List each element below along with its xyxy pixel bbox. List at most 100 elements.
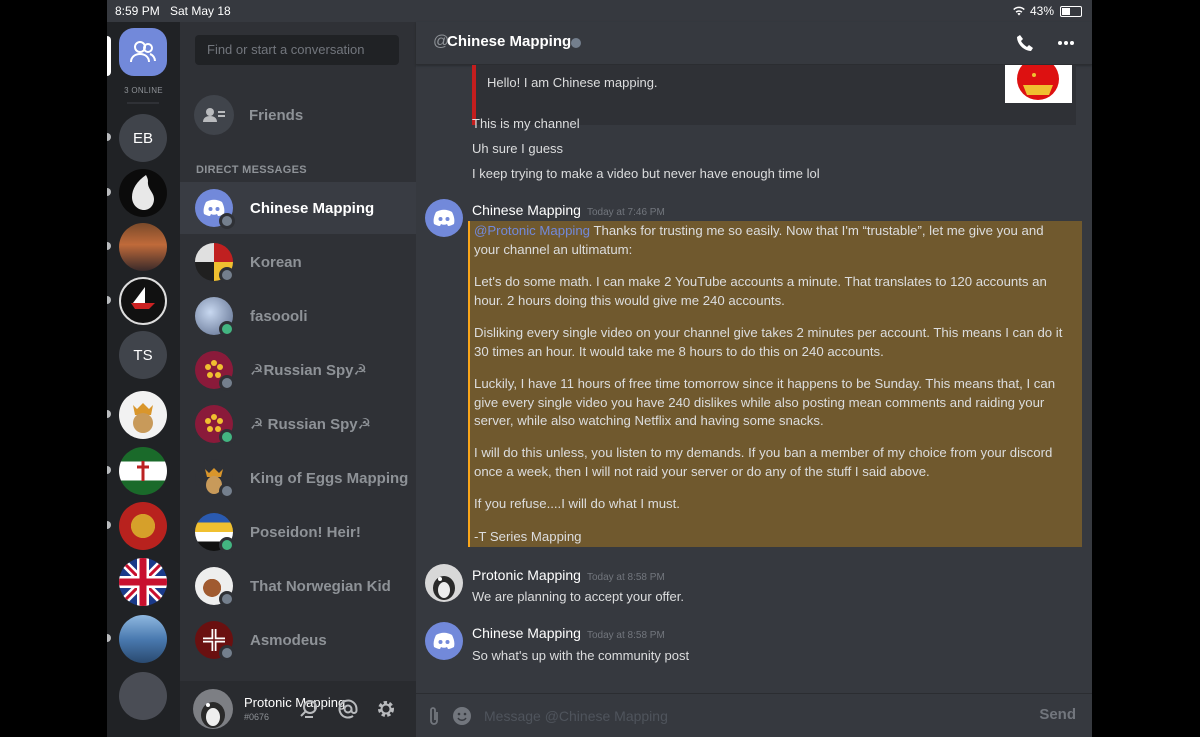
asmodeus-avatar [195,621,235,661]
dm-name: Chinese Mapping [250,199,375,217]
status-date: Sat May 18 [170,4,231,18]
user-mention[interactable]: @Protonic Mapping [474,223,590,238]
user-tag: #0676 [244,712,270,722]
dm-name: Korean [250,253,302,271]
timestamp: Today at 8:58 PM [586,630,665,641]
username: Protonic Mapping [244,695,346,710]
author-name[interactable]: Chinese Mapping [472,625,581,641]
status-dot [571,38,581,48]
server-drop-icon[interactable] [119,169,167,217]
message-header: Protonic Mapping Today at 8:58 PM [472,567,665,583]
dm-item-russian-spy-2[interactable]: ☭ Russian Spy☭ [180,398,416,450]
message-paragraph: -T Series Mapping [474,529,582,544]
status-dot [219,429,235,445]
emoji-icon[interactable] [452,706,472,726]
dm-item-poseidon[interactable]: Poseidon! Heir! [180,506,416,558]
friends-icon [194,95,234,135]
dm-name: Poseidon! Heir! [250,523,361,541]
discord-logo-avatar[interactable] [425,199,463,237]
status-dot [219,591,235,607]
message-composer: Message @Chinese Mapping Send [416,693,1092,737]
friends-item[interactable]: Friends [194,95,303,135]
message-text: We are planning to accept your offer. [472,589,684,604]
server-sunset-icon[interactable] [119,223,167,271]
message-line: I keep trying to make a video but never … [472,166,820,181]
direct-messages-header: DIRECT MESSAGES [196,164,307,176]
fasoooli-avatar [195,297,235,337]
status-dot [219,213,235,229]
message-paragraph: If you refuse....I will do what I must. [474,496,680,511]
message-line: This is my channel [472,116,580,131]
server-emblem-icon[interactable] [119,502,167,550]
server-flag-cross-icon[interactable] [119,447,167,495]
home-friends-icon[interactable] [119,28,167,76]
gear-icon[interactable] [375,698,397,720]
author-name[interactable]: Chinese Mapping [472,202,581,218]
mention-highlight: @Protonic Mapping Thanks for trusting me… [468,221,1082,547]
status-dot [219,321,235,337]
discord-logo-avatar [195,189,235,229]
dm-item-asmodeus[interactable]: Asmodeus [180,614,416,666]
selected-indicator [107,36,111,76]
unread-indicator [107,521,111,529]
dm-sidebar: Find or start a conversation Friends DIR… [180,22,416,681]
chat-area: @ Chinese Mapping Hello! I am Chinese ma… [416,22,1092,737]
message-input[interactable]: Message @Chinese Mapping [484,708,668,724]
status-dot [219,645,235,661]
unread-indicator [107,296,111,304]
search-icon[interactable] [298,698,320,720]
server-ts-label: TS [133,346,153,364]
dm-name: King of Eggs Mapping [250,469,409,487]
king-egg-avatar [195,459,235,499]
mentions-icon[interactable] [337,698,359,720]
timestamp: Today at 7:46 PM [586,207,665,218]
unread-indicator [107,634,111,642]
dm-name: ☭Russian Spy☭ [250,362,367,379]
server-king-egg-icon[interactable] [119,391,167,439]
dm-item-russian-spy-1[interactable]: ☭Russian Spy☭ [180,344,416,396]
message-header: Chinese Mapping Today at 7:46 PM [472,202,665,218]
chat-title: Chinese Mapping [447,33,572,50]
message-header: Chinese Mapping Today at 8:58 PM [472,625,665,641]
paperclip-icon[interactable] [424,706,444,726]
dm-item-fasoooli[interactable]: fasoooli [180,290,416,342]
russian-spy-avatar [195,405,235,445]
server-mountain-icon[interactable] [119,615,167,663]
server-partial-icon[interactable] [119,672,167,720]
status-dot [219,375,235,391]
russian-spy-avatar [195,351,235,391]
protonic-avatar[interactable] [425,564,463,602]
author-name[interactable]: Protonic Mapping [472,567,581,583]
status-dot [219,537,235,553]
unread-indicator [107,410,111,418]
wifi-icon [1013,6,1025,16]
phone-icon[interactable] [1014,32,1036,54]
unread-indicator [107,466,111,474]
dm-item-norwegian-kid[interactable]: That Norwegian Kid [180,560,416,612]
friends-label: Friends [249,106,304,124]
embed-description: Hello! I am Chinese mapping. [487,75,658,90]
dm-item-king-of-eggs[interactable]: King of Eggs Mapping [180,452,416,504]
battery-icon [1060,5,1082,17]
message-paragraph: Let's do some math. I can make 2 YouTube… [474,274,1047,308]
timestamp: Today at 8:58 PM [586,572,665,583]
unread-indicator [107,188,111,196]
server-eb-label: EB [132,129,153,147]
server-sail-icon[interactable] [119,277,167,325]
message-paragraph: Luckily, I have 11 hours of free time to… [474,376,1056,428]
server-union-flag-icon[interactable] [119,558,167,606]
more-options-icon[interactable] [1055,32,1077,54]
discord-logo-avatar[interactable] [425,622,463,660]
embed-thumbnail[interactable] [1005,65,1072,103]
dm-item-chinese-mapping[interactable]: Chinese Mapping [180,182,416,234]
user-avatar[interactable] [193,689,233,729]
server-eb[interactable]: EB [119,114,167,162]
unread-indicator [107,133,111,141]
dm-item-korean[interactable]: Korean [180,236,416,288]
dm-name: Asmodeus [250,631,327,649]
server-ts[interactable]: TS [119,331,167,379]
norwegian-kid-avatar [195,567,235,607]
message-line: Uh sure I guess [472,141,564,156]
send-button[interactable]: Send [1039,706,1076,723]
search-input[interactable]: Find or start a conversation [195,35,399,65]
